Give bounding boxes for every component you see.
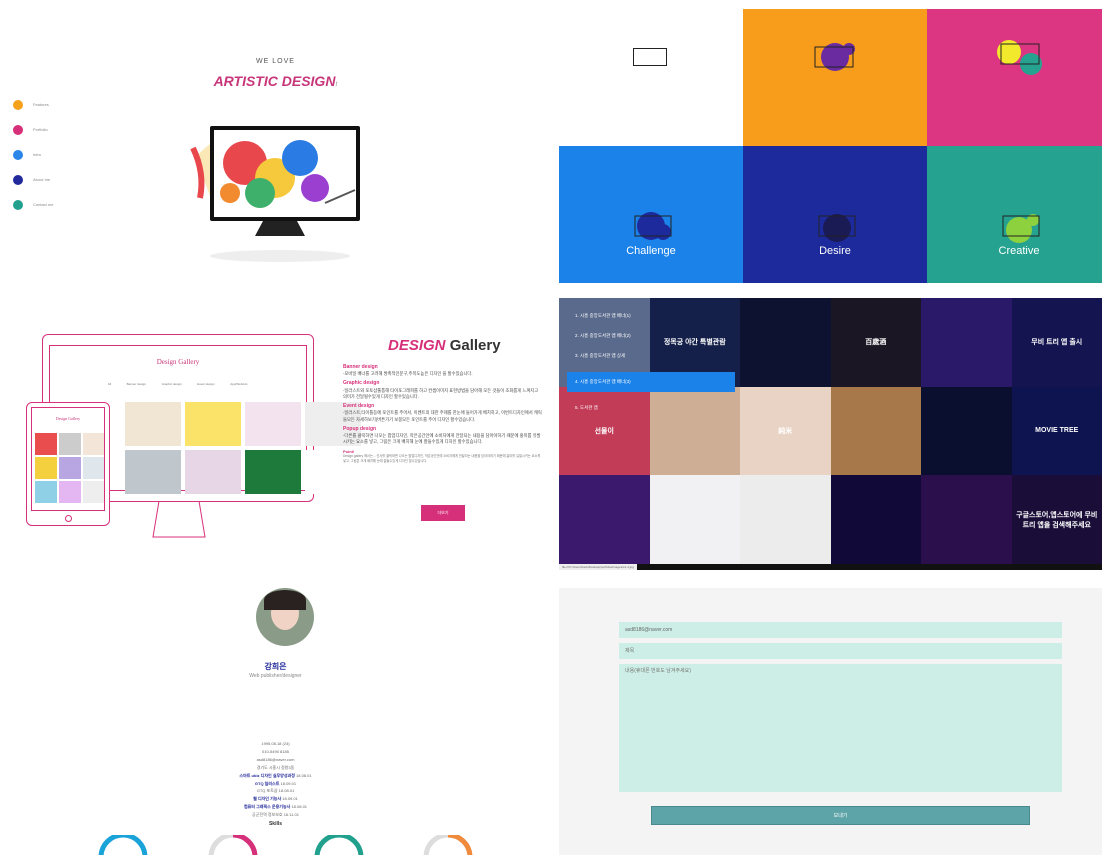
about-section: 강희은 Web publisher/designer 1995.08.18 (2… <box>0 585 551 855</box>
nav-item-contact[interactable]: Contact me <box>13 192 53 217</box>
splash-frame-icon <box>634 212 672 240</box>
portfolio-thumbnail[interactable] <box>740 475 831 564</box>
nav-item-features[interactable]: Features <box>13 92 53 117</box>
nav-item-about[interactable]: About me <box>13 167 53 192</box>
info-row: 경기도 시흥시 정왕3동 <box>256 764 295 770</box>
tile-orange[interactable] <box>743 9 927 146</box>
gallery-description: Banner design -모바일 배너를 고려해 쌍촉적인문구,주목도높은 … <box>343 364 542 463</box>
info-row: 컴퓨터 그래픽스 운용기능사 18.08.01 <box>243 804 308 810</box>
section-heading: Popup design <box>343 425 377 432</box>
info-row: 공군전역 정보보호 16.11.01 <box>252 812 299 818</box>
info-row: 010-5490 8185 <box>262 748 289 754</box>
info-row: GTQ 일러스트 18.09.01 <box>254 780 297 786</box>
mock-title: Design Gallery <box>156 358 200 366</box>
monitor-illustration <box>190 126 360 262</box>
profile-role: Web publisher/designer <box>249 673 302 679</box>
info-row: GTQ 포토샵 18.08.01 <box>256 788 295 794</box>
portfolio-thumbnail[interactable] <box>830 386 921 476</box>
tile-challenge[interactable]: Challenge <box>559 146 743 283</box>
avatar <box>256 588 314 646</box>
gallery-title: DESIGN Gallery <box>388 337 501 354</box>
message-field[interactable] <box>619 664 1062 792</box>
dot-icon <box>13 149 23 160</box>
skills-label: Skills <box>268 821 283 827</box>
info-row: asd8186@naver.com <box>256 756 295 762</box>
portfolio-thumbnail[interactable]: 百歲酒 <box>830 298 921 387</box>
hero-section: Features Portfolio Intro About me Contac… <box>0 0 551 285</box>
portfolio-thumbnail[interactable] <box>921 298 1012 387</box>
splash-frame-icon <box>814 43 855 71</box>
tile-desire[interactable]: Desire <box>743 146 927 283</box>
status-url: file:///C:/Users/harin/Desktop/portfolio… <box>559 564 637 570</box>
portfolio-thumbnail[interactable]: MOVIE TREE <box>1011 386 1102 476</box>
menu-item[interactable]: 2. 시흥 중앙도서관 앱 배너(2) <box>567 326 735 346</box>
menu-item[interactable]: 3. 시흥 중앙도서관 앱 상세 <box>567 346 735 366</box>
tile-intro-frame[interactable] <box>559 9 743 146</box>
portfolio-thumbnail[interactable] <box>830 475 921 564</box>
thumbnail-caption: 무비 트리 앱 출시 <box>1031 339 1083 347</box>
tile-label: Desire <box>819 245 851 257</box>
info-row: 스마트 ubiz 디자인 실무양성과정 18.08.01 <box>239 772 312 778</box>
splash-frame-icon <box>818 214 856 242</box>
monitor-stand <box>152 501 206 538</box>
menu-item[interactable]: 5. 도서관 앱 <box>567 398 735 418</box>
info-row: 1995.08.18 (24) <box>261 741 290 746</box>
thumbnail-caption: 百歲酒 <box>865 339 887 347</box>
dot-icon <box>13 99 23 110</box>
splash-frame-icon <box>1002 214 1040 243</box>
subject-field[interactable] <box>619 643 1062 659</box>
send-button[interactable]: 보내기 <box>651 806 1030 825</box>
nav-item-portfolio[interactable]: Portfolio <box>13 117 53 142</box>
menu-item[interactable]: 1. 시흥 중앙도서관 앱 배너(1) <box>567 306 735 326</box>
menu-item-active[interactable]: 4. 시흥 중앙도서관 앱 배너(3) <box>567 372 735 392</box>
dot-navigation: Features Portfolio Intro About me Contac… <box>13 92 53 217</box>
thumbnail-caption: 純米 <box>778 427 793 435</box>
portfolio-menu: 1. 시흥 중앙도서관 앱 배너(1) 2. 시흥 중앙도서관 앱 배너(2) … <box>567 306 735 418</box>
splash-frame-icon <box>997 40 1042 75</box>
contact-section: 보내기 <box>559 588 1102 855</box>
dot-icon <box>13 174 23 185</box>
portfolio-thumbnail[interactable] <box>740 298 831 387</box>
mock-tabs: All Banner design Graphic design Event desi… <box>107 382 249 386</box>
portfolio-thumbnail[interactable]: 무비 트리 앱 출시 <box>1011 298 1102 387</box>
portfolio-thumbnail[interactable]: 구글스토어,앱스토어에 무비트리 앱을 검색해주세요 <box>1011 475 1102 564</box>
tile-pink[interactable] <box>927 9 1102 146</box>
portfolio-thumbnail[interactable]: 純米 <box>740 386 831 476</box>
portfolio-thumbnail[interactable] <box>559 475 650 564</box>
home-button-icon <box>65 515 72 522</box>
tablet-title: Design Gallery <box>55 416 81 421</box>
dot-icon <box>13 199 23 210</box>
dot-icon <box>13 124 23 135</box>
profile-name: 강희은 <box>264 662 287 671</box>
tablet-mockup: Design Gallery <box>26 402 110 526</box>
email-field[interactable] <box>619 622 1062 638</box>
thumbnail-caption: MOVIE TREE <box>1035 427 1079 435</box>
hero-subtitle: WE LOVE <box>256 58 295 65</box>
more-button[interactable]: 더보기 <box>421 505 465 521</box>
portfolio-thumbnail[interactable] <box>921 475 1012 564</box>
portfolio-grid: 정목궁 야간 특별관람 百歲酒 무비 트리 앱 출시 선물이 純米 MOVIE TREE 구… <box>559 298 1102 570</box>
thumbnail-caption: 구글스토어,앱스토어에 무비트리 앱을 검색해주세요 <box>1016 511 1098 529</box>
nav-item-intro[interactable]: Intro <box>13 142 53 167</box>
info-row: 웹 디자인 기능사 18.09.01 <box>253 796 298 802</box>
thumbnail-caption: 선물이 <box>594 427 614 435</box>
tile-label: Challenge <box>626 245 676 257</box>
section-heading: Graphic design <box>343 380 380 387</box>
mock-gallery-grid <box>125 402 361 494</box>
skill-charts <box>98 835 473 855</box>
tile-creative[interactable]: Creative <box>927 146 1102 283</box>
design-gallery-section: Design Gallery All Banner design Graphic d… <box>0 290 551 570</box>
hero-title: ARTISTIC DESIGN! <box>213 73 338 89</box>
portfolio-thumbnail[interactable] <box>921 386 1012 476</box>
tile-label: Creative <box>998 245 1040 257</box>
frame-icon <box>633 48 667 66</box>
intro-tiles: Challenge Desire Creative <box>559 9 1102 283</box>
profile-info: 1995.08.18 (24) 010-5490 8185 asd8186@nave… <box>0 740 551 819</box>
portfolio-thumbnail[interactable] <box>649 475 740 564</box>
